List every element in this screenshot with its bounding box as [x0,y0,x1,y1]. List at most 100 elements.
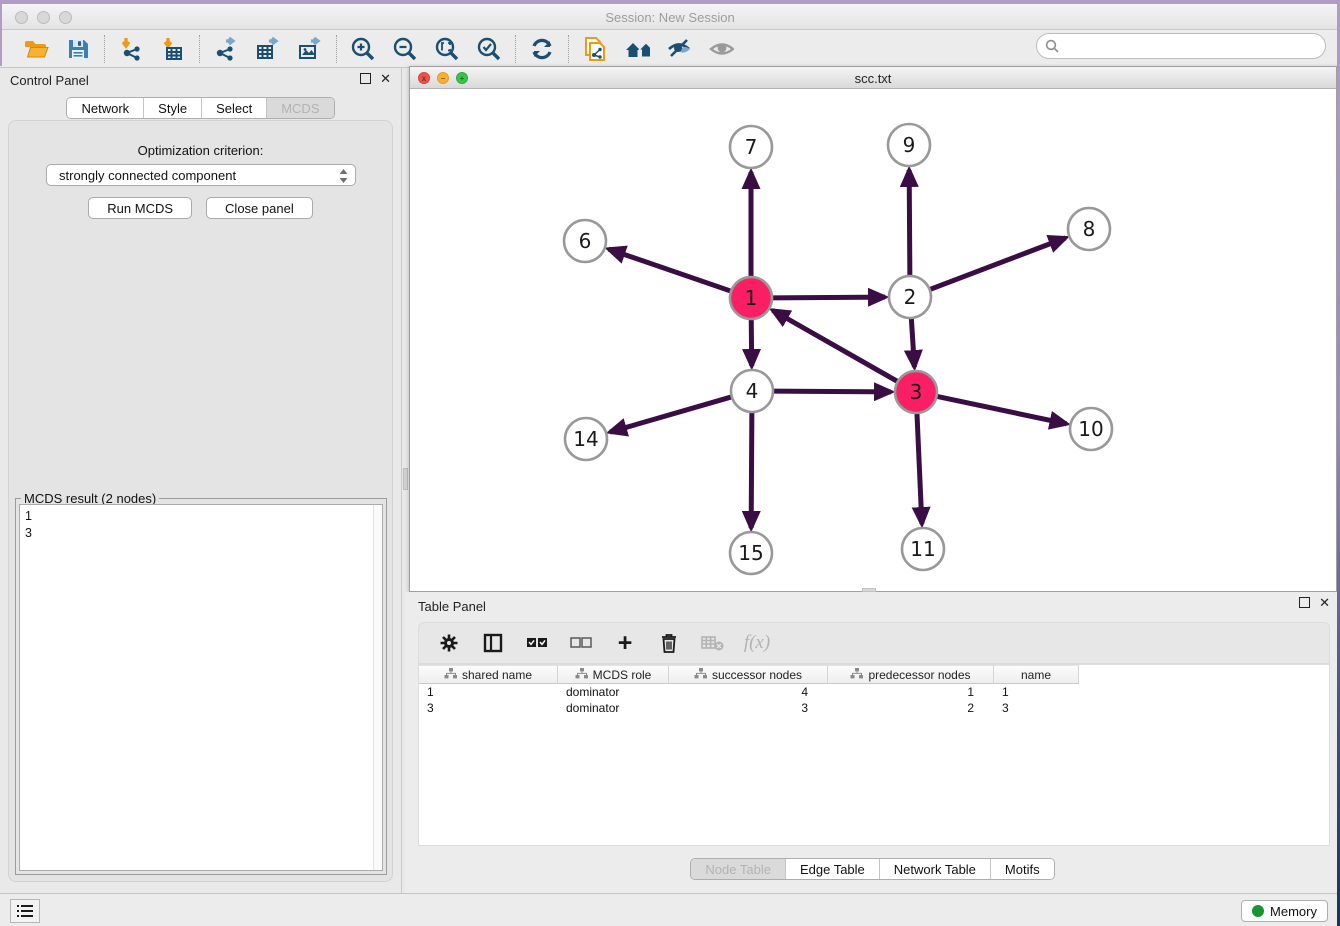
close-table-panel-icon[interactable]: ✕ [1319,597,1330,608]
edge-4-15[interactable] [751,412,752,528]
column-header-successor-nodes[interactable]: successor nodes [669,665,828,684]
memory-label: Memory [1270,904,1317,919]
table-tab-node-table[interactable]: Node Table [691,859,785,879]
float-table-panel-icon[interactable] [1299,597,1310,608]
export-network-icon[interactable] [213,36,239,62]
graph-node-4[interactable]: 4 [731,370,773,412]
open-session-icon[interactable] [23,36,49,62]
table-row[interactable]: 1dominator411 [419,684,1079,700]
show-all-icon[interactable] [708,36,734,62]
graph-node-1[interactable]: 1 [730,277,772,319]
table-settings-icon[interactable] [437,631,461,655]
control-panel-title: Control Panel [10,73,89,88]
import-network-icon[interactable] [118,36,144,62]
show-column-panel-icon[interactable] [481,631,505,655]
graph-node-8[interactable]: 8 [1068,208,1110,250]
table-cell[interactable]: 3 [419,700,558,716]
table-cell[interactable]: 2 [828,700,994,716]
result-scrollbar[interactable] [373,505,382,870]
table-tab-motifs[interactable]: Motifs [990,859,1054,879]
zoom-fit-icon[interactable] [434,36,460,62]
memory-button[interactable]: Memory [1241,900,1328,922]
column-header-shared-name[interactable]: shared name [419,665,558,684]
graph-node-9[interactable]: 9 [888,124,930,166]
table-cell[interactable]: 4 [669,684,828,700]
column-header-predecessor-nodes[interactable]: predecessor nodes [828,665,994,684]
table-cell[interactable]: 1 [994,684,1079,700]
column-header-MCDS-role[interactable]: MCDS role [558,665,669,684]
delete-table-icon[interactable] [701,631,725,655]
svg-text:1: 1 [745,286,758,310]
import-table-icon[interactable] [160,36,186,62]
table-cell[interactable]: dominator [558,684,669,700]
close-panel-button[interactable]: Close panel [206,197,313,219]
window-title: Session: New Session [0,10,1340,25]
zoom-selected-icon[interactable] [476,36,502,62]
zoom-in-icon[interactable] [350,36,376,62]
edge-4-14[interactable] [610,397,732,432]
add-column-icon[interactable]: + [613,631,637,655]
select-all-icon[interactable] [525,631,549,655]
first-neighbors-icon[interactable] [624,36,650,62]
table-panel: Table Panel ✕ + [405,592,1340,893]
edge-2-9[interactable] [909,170,910,276]
graph-node-3[interactable]: 3 [895,371,937,413]
table-tab-edge-table[interactable]: Edge Table [785,859,879,879]
edge-3-11[interactable] [917,413,922,524]
table-cell[interactable]: dominator [558,700,669,716]
graph-node-15[interactable]: 15 [730,532,772,574]
edge-4-3[interactable] [773,391,891,392]
table-panel-title: Table Panel [418,599,486,614]
optimization-criterion-select[interactable]: strongly connected component [46,164,356,186]
tab-network[interactable]: Network [67,98,143,118]
close-panel-icon[interactable]: ✕ [380,73,391,84]
graph-node-2[interactable]: 2 [889,276,931,318]
table-tab-network-table[interactable]: Network Table [879,859,990,879]
svg-text:2: 2 [904,285,917,309]
export-image-icon[interactable] [297,36,323,62]
svg-text:9: 9 [903,133,916,157]
svg-text:14: 14 [573,427,598,451]
function-builder-icon[interactable]: f(x) [745,631,769,655]
graph-node-7[interactable]: 7 [730,126,772,168]
clone-network-icon[interactable] [582,36,608,62]
network-window-title: scc.txt [410,71,1336,86]
edge-3-1[interactable] [773,310,898,381]
run-mcds-button[interactable]: Run MCDS [88,197,192,219]
network-window-titlebar[interactable]: x − + scc.txt [410,67,1336,89]
edge-1-2[interactable] [772,297,885,298]
search-input[interactable] [1036,33,1326,59]
zoom-out-icon[interactable] [392,36,418,62]
task-history-button[interactable] [10,899,40,923]
graph-node-6[interactable]: 6 [564,220,606,262]
graph-node-11[interactable]: 11 [902,528,944,570]
table-row[interactable]: 3dominator323 [419,700,1079,716]
tab-select[interactable]: Select [201,98,266,118]
svg-text:15: 15 [738,541,763,565]
table-cell[interactable]: 1 [828,684,994,700]
apply-layout-icon[interactable] [529,36,555,62]
edge-1-6[interactable] [609,249,731,291]
mcds-result-text[interactable]: 13 [19,504,383,871]
search-icon [1045,39,1059,58]
edge-3-10[interactable] [937,396,1067,423]
delete-column-icon[interactable] [657,631,681,655]
tab-style[interactable]: Style [143,98,201,118]
tab-mcds[interactable]: MCDS [266,98,333,118]
edge-2-3[interactable] [911,318,914,367]
column-header-name[interactable]: name [994,665,1079,684]
graph-node-14[interactable]: 14 [565,418,607,460]
save-session-icon[interactable] [65,36,91,62]
graph-node-10[interactable]: 10 [1070,408,1112,450]
export-table-icon[interactable] [255,36,281,62]
table-cell[interactable]: 3 [669,700,828,716]
unselect-all-icon[interactable] [569,631,593,655]
table-cell[interactable]: 3 [994,700,1079,716]
edge-2-8[interactable] [930,238,1066,290]
table-cell[interactable]: 1 [419,684,558,700]
table-header-row: shared nameMCDS rolesuccessor nodesprede… [419,665,1079,684]
edge-1-4[interactable] [751,319,752,366]
network-canvas[interactable]: 7 9 6 8 1 2 4 3 14 10 15 11 [410,89,1336,591]
float-panel-icon[interactable] [360,73,371,84]
hide-selected-icon[interactable] [666,36,692,62]
